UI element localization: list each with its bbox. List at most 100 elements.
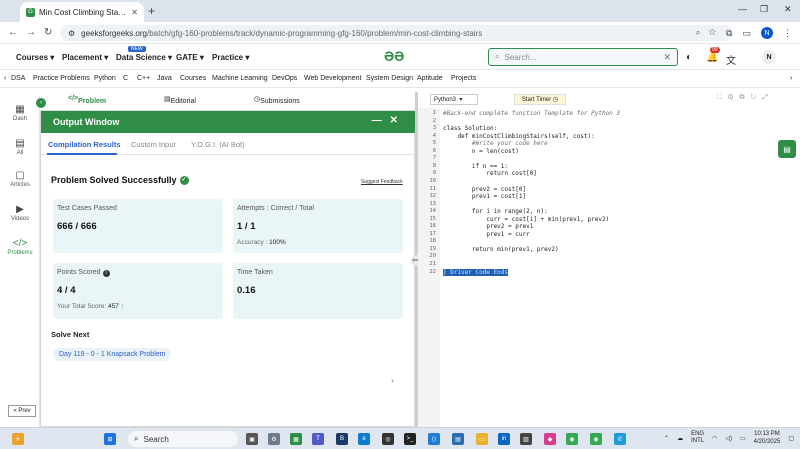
extensions-icon[interactable]: ⧉ [726, 28, 732, 39]
edge-icon[interactable]: e [358, 433, 370, 445]
weather-icon[interactable]: ☀ [12, 433, 24, 445]
whatsapp-icon[interactable]: ✆ [614, 433, 626, 445]
minimize-icon[interactable]: — [738, 4, 747, 14]
cat-c[interactable]: C [123, 75, 128, 82]
chat-icon[interactable]: ▤ [778, 140, 796, 158]
battery-icon[interactable]: ▭ [740, 435, 746, 442]
rail-articles[interactable]: ▢ Articles [0, 170, 40, 188]
prev-button[interactable]: « Prev [8, 405, 36, 417]
cat-system-design[interactable]: System Design [366, 75, 413, 82]
restore-icon[interactable]: ❐ [760, 4, 768, 15]
cat-scroll-right-icon[interactable]: › [790, 75, 792, 82]
clear-search-icon[interactable]: ✕ [663, 52, 671, 63]
close-output-icon[interactable]: ✕ [390, 115, 406, 126]
teams-icon[interactable]: T [312, 433, 324, 445]
cat-courses[interactable]: Courses [180, 75, 206, 82]
menu-courses[interactable]: Courses ▾ [16, 53, 54, 62]
clock[interactable]: 10:13 PM 4/20/2025 [754, 430, 781, 446]
new-tab-icon[interactable]: + [148, 4, 155, 18]
cat-machine-learning[interactable]: Machine Learning [212, 75, 268, 82]
keyboard-language[interactable]: ENG INTL [691, 431, 704, 445]
cat-python[interactable]: Python [94, 75, 116, 82]
fullscreen-icon[interactable]: ⛶ [717, 94, 728, 101]
info-icon[interactable]: i [102, 270, 110, 277]
taskbar-search[interactable]: ⌕ Search [128, 431, 238, 447]
app-icon-5[interactable]: ◆ [544, 433, 556, 445]
close-tab-icon[interactable]: ✕ [131, 8, 138, 17]
rail-all[interactable]: ▤ All [0, 138, 40, 156]
tab-editorial[interactable]: ▤ Editorial [164, 95, 196, 105]
tab-problem[interactable]: </> Problem [68, 95, 106, 105]
tray-chevron-up-icon[interactable]: ⌃ [664, 435, 669, 442]
cloud-icon[interactable]: ☁ [677, 435, 683, 442]
zoom-icon[interactable]: ⌕ [696, 27, 709, 37]
volume-icon[interactable]: ◁) [725, 435, 732, 442]
reset-icon[interactable]: ↻ [750, 94, 762, 101]
browser-profile-avatar[interactable]: N [761, 27, 773, 39]
browser-menu-icon[interactable]: ⋮ [783, 28, 792, 39]
wifi-icon[interactable]: ◠ [712, 435, 717, 442]
dark-mode-icon[interactable]: ◐ [686, 52, 692, 63]
copy-icon[interactable]: ⧉ [739, 94, 750, 101]
cat-web-development[interactable]: Web Development [304, 75, 361, 82]
cat-devops[interactable]: DevOps [272, 75, 297, 82]
start-timer-button[interactable]: Start Timer ◷ [514, 94, 566, 105]
tab-compilation-results[interactable]: Compilation Results [48, 140, 121, 149]
app-icon-2[interactable]: ◎ [382, 433, 394, 445]
code-editor[interactable]: #Back-end complete function Template for… [440, 108, 780, 427]
collapse-panel-icon[interactable]: › [36, 98, 46, 108]
chrome-icon[interactable]: ◉ [566, 433, 578, 445]
notification-bell-icon[interactable]: 🔔 [706, 52, 718, 63]
chrome-icon-2[interactable]: ◉ [590, 433, 602, 445]
app-icon-4[interactable]: ▥ [520, 433, 532, 445]
file-explorer-icon[interactable]: ▭ [476, 433, 488, 445]
translate-icon[interactable]: 文 [726, 52, 736, 67]
rail-dash[interactable]: ▦ Dash [0, 104, 40, 122]
app-icon-3[interactable]: ▤ [452, 433, 464, 445]
gfg-logo[interactable]: ƏƏ [384, 48, 414, 66]
gfg-profile-avatar[interactable]: N [762, 50, 776, 64]
tab-submissions[interactable]: ◷ Submissions [254, 95, 300, 105]
cat-aptitude[interactable]: Aptitude [417, 75, 443, 82]
url-field[interactable]: ⚙ geeksforgeeks.org/batch/gfg-160-proble… [60, 25, 732, 41]
settings-icon[interactable]: ⚙ [728, 94, 740, 101]
settings-app-icon[interactable]: ⚙ [268, 433, 280, 445]
cat-dsa[interactable]: DSA [11, 75, 25, 82]
suggest-feedback-link[interactable]: Suggest Feedback [361, 179, 403, 185]
menu-placement[interactable]: Placement ▾ [62, 53, 108, 62]
cat-scroll-left-icon[interactable]: ‹ [4, 75, 6, 82]
linkedin-icon[interactable]: in [498, 433, 510, 445]
menu-gate[interactable]: GATE ▾ [176, 53, 204, 62]
language-select[interactable]: Python3 ▾ [430, 94, 478, 105]
site-info-icon[interactable]: ⚙ [68, 29, 75, 38]
gfg-search-box[interactable]: ⌕ Search... ✕ [488, 48, 678, 66]
cat-practice-problems[interactable]: Practice Problems [33, 75, 90, 82]
menu-data-science[interactable]: Data Science ▾ [116, 53, 172, 62]
sidebar-icon[interactable]: ▭ [742, 28, 751, 39]
notification-center-icon[interactable]: ▢ [788, 435, 794, 442]
cat-cpp[interactable]: C++ [137, 75, 150, 82]
terminal-icon[interactable]: >_ [404, 433, 416, 445]
next-problem-chip[interactable]: Day 119 - 0 - 1 Knapsack Problem [53, 348, 172, 361]
tab-yogi-ai-bot[interactable]: Y.O.G.I. (AI Bot) [191, 140, 245, 149]
next-arrow-icon[interactable]: › [391, 376, 394, 385]
app-b-icon[interactable]: B [336, 433, 348, 445]
menu-practice[interactable]: Practice ▾ [212, 53, 249, 62]
vscode-icon[interactable]: ⟨⟩ [428, 433, 440, 445]
browser-tab[interactable]: G Min Cost Climbing Stairs | Prac ✕ [20, 2, 144, 22]
app-icon[interactable]: ▦ [290, 433, 302, 445]
rail-videos[interactable]: ▶ Videos [0, 204, 40, 222]
rail-problems[interactable]: </> Problems [0, 238, 40, 256]
expand-icon[interactable]: ⤢ [762, 94, 774, 101]
close-window-icon[interactable]: ✕ [784, 4, 792, 15]
bookmark-star-icon[interactable]: ☆ [709, 27, 724, 37]
windows-start-icon[interactable]: ⊞ [104, 433, 116, 445]
back-icon[interactable]: ← [8, 27, 18, 38]
cat-java[interactable]: Java [157, 75, 172, 82]
task-view-icon[interactable]: ▣ [246, 433, 258, 445]
forward-icon[interactable]: → [26, 27, 36, 38]
tab-custom-input[interactable]: Custom Input [131, 140, 176, 149]
minimize-output-icon[interactable]: — [372, 115, 390, 126]
cat-projects[interactable]: Projects [451, 75, 476, 82]
reload-icon[interactable]: ↻ [44, 27, 52, 38]
